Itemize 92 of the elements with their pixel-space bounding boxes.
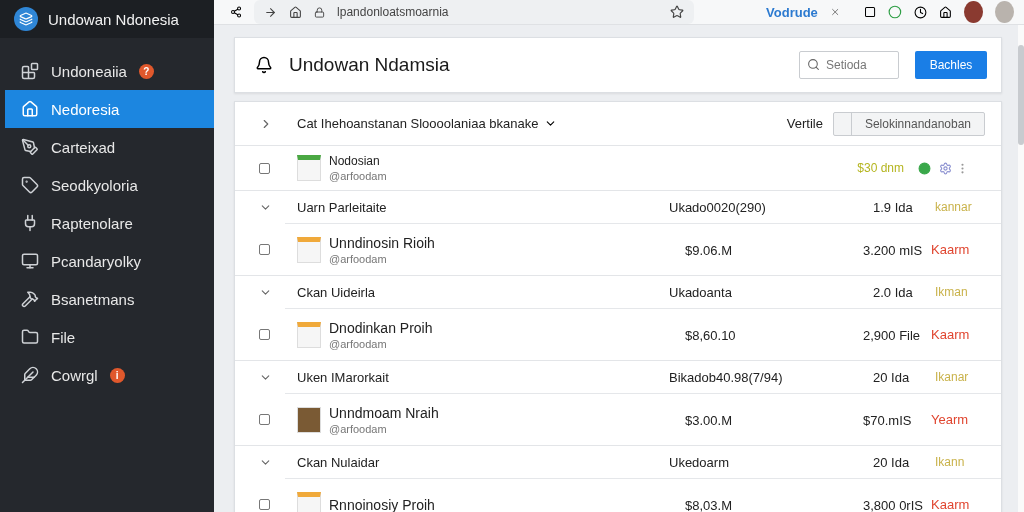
item-size: 2,900 File — [863, 327, 921, 343]
avatar[interactable] — [964, 1, 984, 23]
checkbox[interactable] — [259, 329, 270, 340]
scrollbar[interactable] — [1018, 25, 1024, 512]
group-size: 20 Ida — [873, 370, 910, 385]
sidebar-item[interactable]: Bsanetmans — [5, 280, 214, 318]
window-icon[interactable] — [864, 5, 877, 19]
checkbox[interactable] — [259, 414, 270, 425]
item-price: $8,03.M — [685, 497, 732, 512]
filter-label: Vertile — [786, 116, 823, 131]
sidebar-item[interactable]: File — [5, 318, 214, 356]
search-icon — [807, 58, 820, 71]
group-status: Ikman — [935, 285, 968, 299]
group-code: Ukadoanta — [669, 285, 732, 300]
item-name: Unndmoam Nraih — [329, 404, 440, 421]
sidebar-item[interactable]: Pcandaryolky — [5, 242, 214, 280]
item-handle: @arfoodam — [329, 337, 388, 350]
list-title: Cat Ihehoanstanan Sloooolaniaa bkanake — [297, 116, 539, 131]
group-code: Bikadob40.98(7/94) — [669, 370, 783, 385]
sidebar-item[interactable]: Seodkyoloria — [5, 166, 214, 204]
item-name: Nodosian — [329, 154, 381, 168]
clock-icon[interactable] — [914, 4, 928, 20]
group-size: 20 Ida — [873, 455, 910, 470]
item-price: $3.00.M — [685, 412, 732, 428]
ring-icon[interactable] — [888, 4, 903, 20]
group-name: Uarn Parleitaite — [297, 200, 387, 215]
feather-icon — [21, 366, 39, 384]
sidebar-item[interactable]: Carteixad — [5, 128, 214, 166]
notification-badge: ? — [138, 63, 154, 79]
sheet-icon — [297, 155, 321, 181]
item-handle: @arfoodam — [329, 252, 388, 265]
home-icon[interactable] — [939, 4, 953, 20]
group-size: 2.0 Ida — [873, 285, 913, 300]
star-icon[interactable] — [670, 5, 685, 19]
item-handle: @arfoodam — [329, 422, 388, 435]
monitor-icon — [21, 252, 39, 270]
group-name: Ckan Uideirla — [297, 285, 376, 300]
page-title: Undowan Ndamsia — [289, 54, 451, 76]
lock-icon — [314, 6, 326, 18]
sidebar-item[interactable]: Cowrgl i — [5, 356, 214, 394]
item-size: $70.mIS — [863, 412, 912, 428]
group-status: Ikanar — [935, 370, 969, 384]
app-name: Undowan Ndonesia — [48, 10, 179, 28]
group-size: 1.9 Ida — [873, 200, 913, 215]
item-status: Kaarm — [931, 497, 970, 512]
tag-icon — [21, 176, 39, 194]
item-price: $9.06.M — [685, 242, 732, 258]
sidebar-item[interactable]: Undoneaiia ? — [5, 52, 214, 90]
filter-select[interactable]: Selokinnandanoban — [833, 111, 985, 136]
forward-icon[interactable] — [264, 5, 278, 19]
group-status: Ikann — [935, 455, 965, 469]
group-code: Ukado0020(290) — [669, 200, 766, 215]
folder-icon — [21, 328, 39, 346]
home-icon — [21, 100, 39, 118]
group-status: kannar — [935, 200, 972, 214]
blocks-icon — [21, 62, 39, 80]
search-button[interactable]: Bachles — [915, 51, 987, 79]
sidebar-item[interactable]: Raptenolare — [5, 204, 214, 242]
home-icon[interactable] — [289, 5, 303, 19]
photo-placeholder — [297, 406, 321, 433]
item-size: 3,800 0rIS — [863, 497, 923, 512]
sidebar-item[interactable]: Nedoresia — [5, 90, 214, 128]
group-name: Uken IMarorkait — [297, 370, 389, 385]
status-dot-icon — [918, 161, 931, 175]
bell-icon — [255, 56, 273, 74]
item-price: $8,60.10 — [685, 327, 736, 343]
group-name: Ckan Nulaidar — [297, 455, 380, 470]
pen-icon — [21, 138, 39, 156]
browser-tab[interactable]: Vodrude — [766, 4, 818, 20]
item-handle: @arfoodam — [329, 170, 387, 182]
hammer-icon — [21, 290, 39, 308]
search-field[interactable]: Setioda — [799, 51, 899, 79]
file-icon — [297, 236, 321, 263]
checkbox[interactable] — [259, 244, 270, 255]
amount: $30 dnm — [857, 161, 904, 175]
settings-icon[interactable] — [939, 161, 952, 175]
item-status: Kaarm — [931, 327, 970, 342]
file-icon — [297, 321, 321, 348]
checkbox[interactable] — [259, 162, 270, 174]
item-name: Rnnoinosiy Proih — [329, 496, 436, 512]
share-icon[interactable] — [230, 5, 243, 19]
item-status: Kaarm — [931, 242, 970, 257]
item-size: 3.200 mIS — [863, 242, 923, 258]
item-status: Yearm — [931, 412, 969, 427]
logo-icon — [14, 7, 38, 31]
group-code: Ukedoarm — [669, 455, 729, 470]
item-name: Dnodinkan Proih — [329, 319, 434, 336]
checkbox[interactable] — [259, 499, 270, 510]
address-bar[interactable]: lpandonloatsmoarnia — [254, 0, 695, 24]
close-icon[interactable] — [829, 6, 841, 18]
item-name: Unndinosin Rioih — [329, 234, 436, 251]
notification-badge: i — [109, 367, 125, 383]
